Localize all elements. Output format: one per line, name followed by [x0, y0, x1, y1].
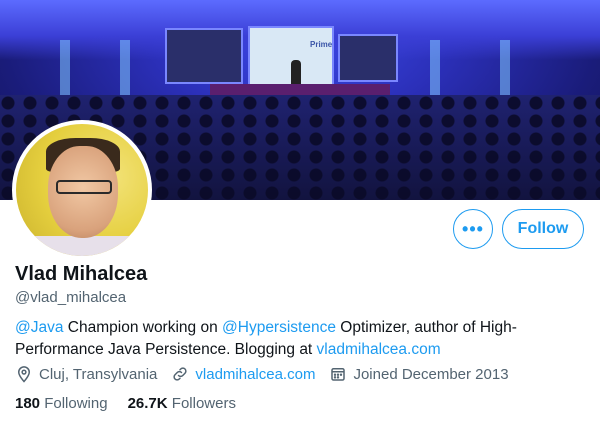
website-link[interactable]: vladmihalcea.com — [195, 366, 315, 383]
mention-java-link[interactable]: @Java — [15, 319, 63, 336]
more-dots-icon: ••• — [462, 218, 484, 239]
banner-screen-right — [338, 34, 398, 82]
more-options-button[interactable]: ••• — [453, 209, 493, 249]
bio-website-link[interactable]: vladmihalcea.com — [317, 341, 441, 358]
avatar[interactable] — [12, 120, 152, 260]
profile-stats: 180 Following 26.7K Followers — [15, 395, 256, 412]
following-label: Following — [44, 395, 108, 412]
following-count: 180 — [15, 395, 41, 412]
banner-speaker — [291, 60, 301, 86]
location-pin-icon — [17, 366, 31, 383]
avatar-shirt — [16, 236, 148, 256]
banner-screen-left — [165, 28, 243, 84]
follow-button[interactable]: Follow — [502, 209, 584, 249]
mention-hypersistence-link[interactable]: @Hypersistence — [222, 319, 336, 336]
followers-count: 26.7K — [127, 395, 168, 412]
following-stat[interactable]: 180 Following — [15, 395, 108, 412]
followers-stat[interactable]: 26.7K Followers — [128, 395, 236, 412]
calendar-icon — [331, 368, 346, 381]
profile-bio: @Java Champion working on @Hypersistence… — [15, 317, 575, 361]
location-item: Cluj, Transylvania — [15, 365, 157, 383]
website-item: vladmihalcea.com — [171, 365, 315, 383]
avatar-glasses — [56, 180, 112, 194]
profile-name: Vlad Mihalcea — [15, 263, 148, 285]
followers-label: Followers — [171, 395, 236, 412]
banner-screen-text: Prime — [310, 40, 333, 49]
joined-item: Joined December 2013 — [329, 365, 509, 383]
link-icon — [173, 367, 187, 381]
location-text: Cluj, Transylvania — [39, 365, 158, 383]
profile-handle: @vlad_mihalcea — [15, 289, 127, 306]
profile-meta: Cluj, Transylvania vladmihalcea.com Join… — [15, 365, 523, 383]
bio-text-1: Champion working on — [63, 319, 223, 336]
joined-text: Joined December 2013 — [353, 365, 509, 383]
